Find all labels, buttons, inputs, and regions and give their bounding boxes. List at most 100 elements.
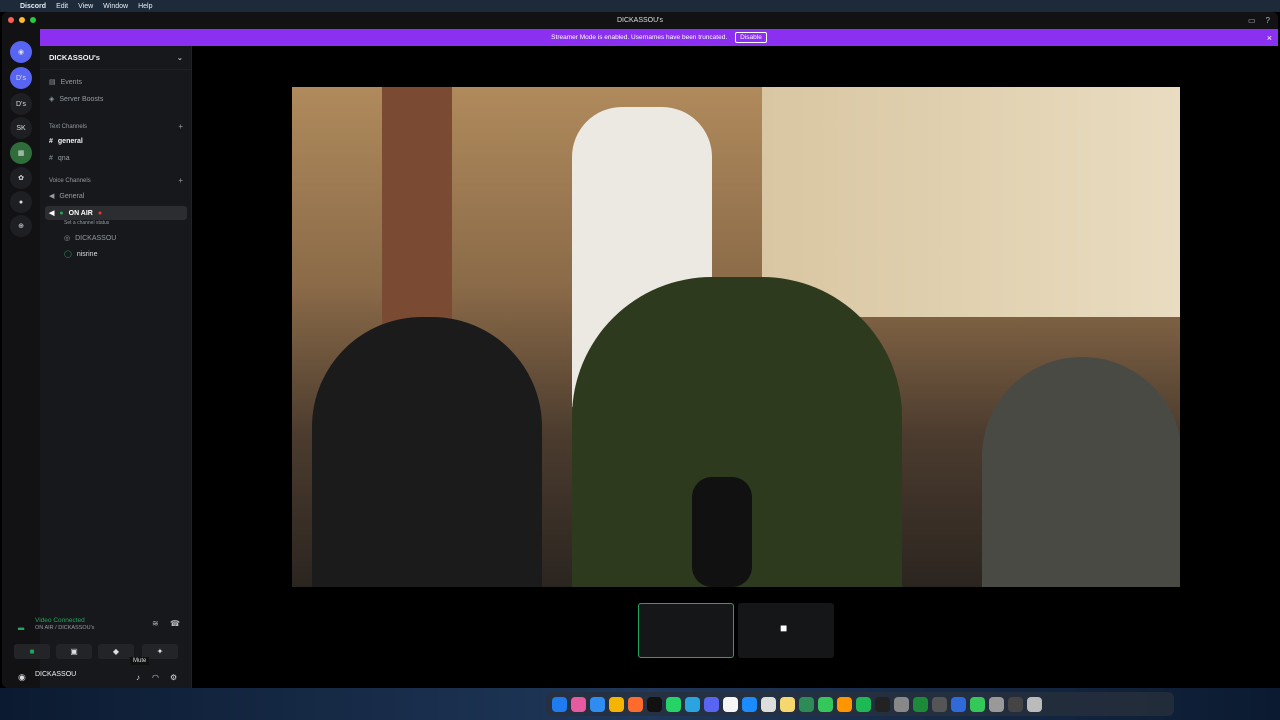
menu-window[interactable]: Window xyxy=(103,3,128,10)
gear-icon[interactable]: ⚙ xyxy=(170,673,177,682)
numbers-icon[interactable] xyxy=(818,696,833,712)
camera-button[interactable]: ■ xyxy=(14,644,50,659)
telegram-icon[interactable] xyxy=(685,696,700,712)
menu-bar: Discord Edit View Window Help xyxy=(0,0,1280,12)
voice-category[interactable]: Voice Channels xyxy=(49,178,91,184)
calendar-icon: ▤ xyxy=(49,79,56,86)
app-icon[interactable] xyxy=(951,696,966,712)
app-icon[interactable] xyxy=(799,696,814,712)
signal-icon: ▂ xyxy=(18,621,25,630)
hash-icon: # xyxy=(49,138,53,145)
channel-qna[interactable]: # qna xyxy=(49,155,70,162)
disable-button[interactable]: Disable xyxy=(735,32,767,43)
channel-label: qna xyxy=(57,155,70,162)
server-icon[interactable]: SK xyxy=(10,117,32,139)
app-icon[interactable] xyxy=(647,696,662,712)
appstore-icon[interactable] xyxy=(742,696,757,712)
voice-channel-path: ON AIR / DICKASSOU's xyxy=(35,625,95,631)
headphones-icon[interactable]: ◠ xyxy=(152,673,159,682)
channel-sidebar: DICKASSOU's ⌄ ▤ Events ◈ Server Boosts Text… xyxy=(40,46,192,688)
server-icon[interactable]: D's xyxy=(10,93,32,115)
avatar[interactable]: ◉ xyxy=(18,672,26,683)
camera-icon: ■ xyxy=(780,621,788,635)
inbox-icon[interactable]: ▭ xyxy=(1248,16,1256,25)
chrome-icon[interactable] xyxy=(609,696,624,712)
voice-member[interactable]: ◯ nisrine xyxy=(64,250,97,259)
app-icon[interactable] xyxy=(913,696,928,712)
speaker-icon: ◀ xyxy=(49,210,55,217)
add-channel-icon[interactable]: + xyxy=(178,122,183,131)
discord-home-icon[interactable]: ◉ xyxy=(10,41,32,63)
app-menu[interactable]: Discord xyxy=(20,3,46,10)
green-circle-icon: ● xyxy=(59,209,64,217)
boosts-label: Server Boosts xyxy=(59,95,104,103)
voice-onair[interactable]: ◀ ● ON AIR ● xyxy=(49,209,103,218)
spotify-icon[interactable] xyxy=(856,696,871,712)
video-background xyxy=(382,87,452,347)
server-icon[interactable]: D's xyxy=(10,67,32,89)
notes-icon[interactable] xyxy=(723,696,738,712)
settings-icon[interactable] xyxy=(989,696,1004,712)
app-icon[interactable] xyxy=(932,696,947,712)
launchpad-icon[interactable] xyxy=(571,696,586,712)
menu-help[interactable]: Help xyxy=(138,3,152,10)
close-icon[interactable]: × xyxy=(1267,33,1272,43)
app-icon[interactable] xyxy=(628,696,643,712)
help-icon[interactable]: ? xyxy=(1266,16,1270,25)
text-category[interactable]: Text Channels xyxy=(49,124,87,130)
red-circle-icon: ● xyxy=(97,209,103,217)
disconnect-icon[interactable]: ☎ xyxy=(170,619,180,628)
mic-icon[interactable]: ♪ xyxy=(136,673,140,682)
mute-tooltip: Mute xyxy=(130,657,150,665)
server-icon[interactable]: ✿ xyxy=(10,167,32,189)
username[interactable]: DICKASSOU xyxy=(35,671,76,678)
channel-label: ON AIR xyxy=(68,209,93,217)
window-title: DICKASSOU's xyxy=(616,17,664,24)
channel-general[interactable]: # general xyxy=(49,138,83,145)
main-video-feed[interactable] xyxy=(292,87,1180,587)
guild-header[interactable]: DICKASSOU's ⌄ xyxy=(40,46,191,70)
app-icon[interactable] xyxy=(761,696,776,712)
pages-icon[interactable] xyxy=(837,696,852,712)
boosts-item[interactable]: ◈ Server Boosts xyxy=(49,95,104,104)
video-thumbnail[interactable] xyxy=(638,603,734,658)
server-icon[interactable]: ▦ xyxy=(10,142,32,164)
app-icon[interactable] xyxy=(894,696,909,712)
video-thumbnail[interactable]: ■ xyxy=(738,603,834,658)
app-icon[interactable] xyxy=(875,696,890,712)
voice-general[interactable]: ◀ General xyxy=(49,192,85,201)
notes-icon[interactable] xyxy=(780,696,795,712)
screenshare-button[interactable]: ▣ xyxy=(56,644,92,659)
discord-icon[interactable] xyxy=(704,696,719,712)
hash-icon: # xyxy=(49,155,53,162)
events-label: Events xyxy=(60,78,83,86)
finder-icon[interactable] xyxy=(552,696,567,712)
video-person xyxy=(312,317,542,587)
voice-connected-label[interactable]: Video Connected xyxy=(35,617,85,624)
discord-window: DICKASSOU's ▭? ◉ D's D's SK ▦ ✿ ● ⊕ Stre… xyxy=(2,12,1278,688)
menu-edit[interactable]: Edit xyxy=(56,3,68,10)
channel-label: General xyxy=(59,192,85,200)
speaker-icon: ◀ xyxy=(49,193,55,200)
add-channel-icon[interactable]: + xyxy=(178,176,183,185)
activity-button[interactable]: ◆ xyxy=(98,644,134,659)
menu-view[interactable]: View xyxy=(78,3,93,10)
server-icon[interactable]: ● xyxy=(10,191,32,213)
title-bar: DICKASSOU's ▭? xyxy=(2,12,1278,29)
boost-icon: ◈ xyxy=(49,96,55,103)
microphone-object xyxy=(692,477,752,587)
events-item[interactable]: ▤ Events xyxy=(49,78,83,87)
trash-icon[interactable] xyxy=(1027,696,1042,712)
app-icon[interactable] xyxy=(1008,696,1023,712)
safari-icon[interactable] xyxy=(590,696,605,712)
noise-icon[interactable]: ≋ xyxy=(152,619,159,628)
voice-member[interactable]: ◎ DICKASSOU xyxy=(64,234,116,243)
banner-text: Streamer Mode is enabled. Usernames have… xyxy=(551,34,728,41)
streamer-mode-banner: Streamer Mode is enabled. Usernames have… xyxy=(40,29,1278,46)
channel-status[interactable]: Set a channel status xyxy=(64,220,109,226)
discover-icon[interactable]: ⊕ xyxy=(10,215,32,237)
facetime-icon[interactable] xyxy=(970,696,985,712)
voice-panel: ▂ Video Connected ON AIR / DICKASSOU's ≋… xyxy=(10,617,186,688)
server-list: ◉ D's D's SK ▦ ✿ ● ⊕ xyxy=(2,29,40,688)
whatsapp-icon[interactable] xyxy=(666,696,681,712)
